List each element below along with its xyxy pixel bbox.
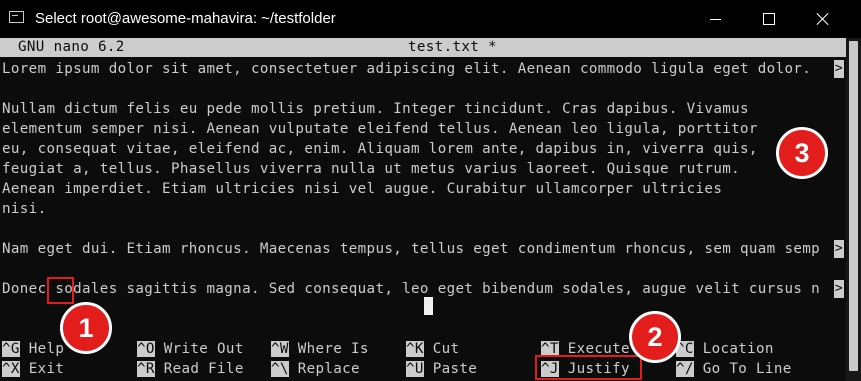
line-overflow-marker: > — [834, 280, 844, 298]
shortcut-label: Where Is — [288, 341, 369, 357]
shortcut-label: Replace — [288, 361, 360, 377]
highlight-box-justify — [535, 355, 642, 380]
text-line: Donec sodales sagittis magna. Sed conseq… — [2, 281, 821, 297]
nano-version: GNU nano 6.2 — [18, 39, 125, 55]
text-line: Aenean imperdiet. Etiam ultricies nisi v… — [2, 181, 723, 197]
file-name: test.txt * — [408, 39, 497, 55]
shortcut-key: ^O — [137, 341, 155, 357]
close-icon — [816, 12, 830, 26]
shortcut-write-out[interactable]: ^O Write Out — [137, 339, 244, 359]
text-line: eu, consequat vitae, eleifend ac, enim. … — [2, 141, 758, 157]
line-overflow-marker: > — [834, 240, 844, 258]
shortcut-key: ^/ — [676, 361, 694, 377]
maximize-icon — [763, 13, 775, 25]
nano-header: GNU nano 6.2 test.txt * — [0, 38, 846, 57]
text-line: Nullam dictum felis eu pede mollis preti… — [2, 101, 749, 117]
text-line: feugiat a, tellus. Phasellus viverra nul… — [2, 161, 741, 177]
shortcut-location[interactable]: ^C Location — [676, 339, 774, 359]
terminal-area[interactable]: GNU nano 6.2 test.txt * Lorem ipsum dolo… — [0, 38, 846, 381]
shortcut-key: ^U — [406, 361, 424, 377]
shortcut-paste[interactable]: ^U Paste — [406, 359, 477, 379]
shortcut-label: Paste — [423, 361, 478, 377]
shortcut-label: Exit — [19, 361, 65, 377]
shortcut-replace[interactable]: ^\ Replace — [271, 359, 360, 379]
shortcut-label: Cut — [423, 341, 460, 357]
shortcut-label: Read File — [154, 361, 244, 377]
text-line: elementum semper nisi. Aenean vulputate … — [2, 121, 758, 137]
minimize-icon — [709, 18, 721, 20]
text-cursor — [424, 297, 433, 315]
window-title: Select root@awesome-mahavira: ~/testfold… — [35, 10, 336, 27]
shortcut-key: ^K — [406, 341, 424, 357]
shortcut-key: ^R — [137, 361, 155, 377]
shortcut-label: Location — [693, 341, 774, 357]
shortcut-read-file[interactable]: ^R Read File — [137, 359, 244, 379]
text-line: nisi. — [2, 201, 47, 217]
highlight-box-cursor — [47, 277, 74, 304]
shortcut-key: ^G — [2, 341, 20, 357]
shortcut-key: ^X — [2, 361, 20, 377]
annotation-badge-1: 1 — [60, 302, 112, 354]
text-line: Nam eget dui. Etiam rhoncus. Maecenas te… — [2, 241, 821, 257]
scrollbar-thumb[interactable] — [849, 41, 858, 371]
shortcut-exit[interactable]: ^X Exit — [2, 359, 64, 379]
close-button[interactable] — [800, 0, 846, 38]
shortcut-label: Help — [19, 341, 65, 357]
vertical-scrollbar[interactable] — [846, 38, 861, 381]
shortcut-key: ^\ — [271, 361, 289, 377]
shortcut-cut[interactable]: ^K Cut — [406, 339, 459, 359]
terminal-icon — [9, 11, 24, 23]
shortcut-help[interactable]: ^G Help — [2, 339, 64, 359]
shortcut-go-to-line[interactable]: ^/ Go To Line — [676, 359, 792, 379]
shortcut-label: Go To Line — [693, 361, 792, 377]
minimize-button[interactable] — [692, 0, 738, 38]
shortcut-key: ^W — [271, 341, 289, 357]
line-overflow-marker: > — [834, 60, 844, 78]
shortcut-where-is[interactable]: ^W Where Is — [271, 339, 369, 359]
shortcut-label: Write Out — [154, 341, 244, 357]
window-titlebar: Select root@awesome-mahavira: ~/testfold… — [0, 0, 861, 38]
maximize-button[interactable] — [746, 0, 792, 38]
text-line: Lorem ipsum dolor sit amet, consectetuer… — [2, 61, 812, 77]
annotation-badge-3: 3 — [776, 127, 828, 179]
annotation-badge-2: 2 — [629, 311, 681, 363]
